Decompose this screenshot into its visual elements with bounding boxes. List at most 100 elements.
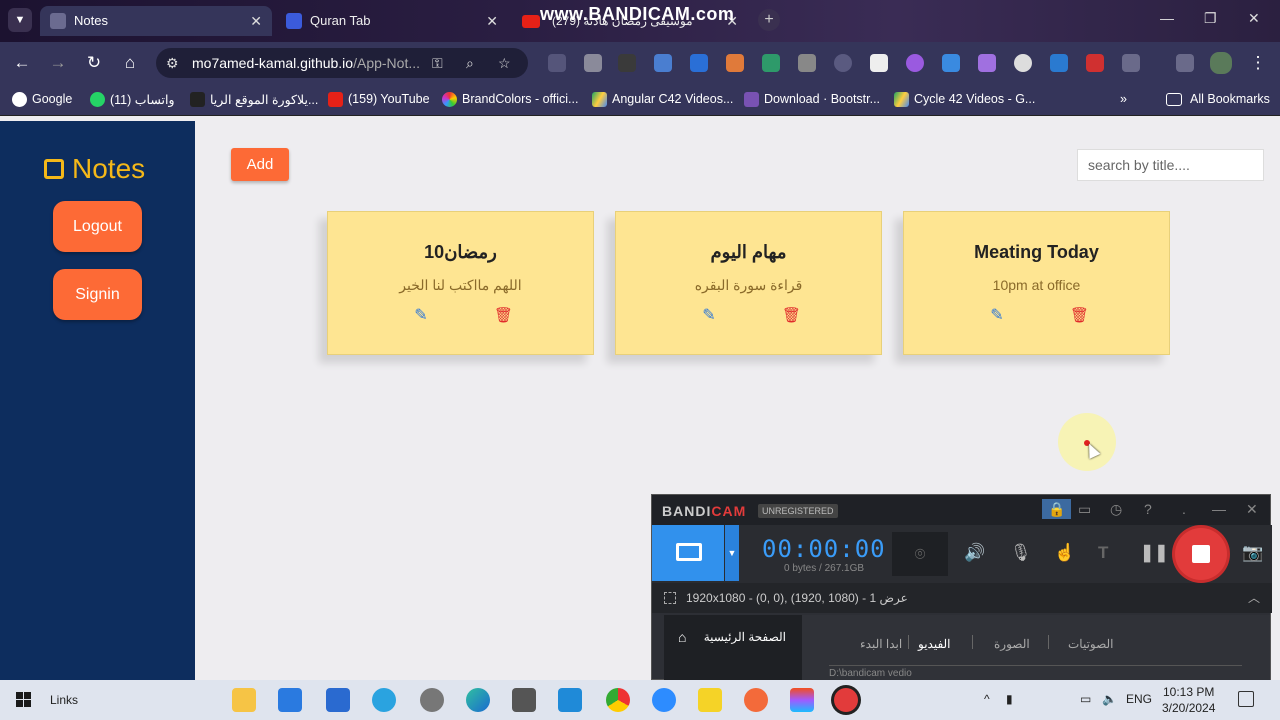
logout-button[interactable]: Logout: [53, 201, 142, 252]
ext-icon[interactable]: [618, 54, 636, 72]
microphone-icon[interactable]: 🎙: [1010, 543, 1032, 563]
ext-icon[interactable]: [978, 54, 996, 72]
eyedropper-ext-icon[interactable]: [548, 54, 566, 72]
all-bookmarks[interactable]: All Bookmarks: [1166, 92, 1270, 106]
react-ext-icon[interactable]: [834, 54, 852, 72]
menu-icon[interactable]: ⋮: [1248, 53, 1268, 73]
ext-icon[interactable]: [654, 54, 672, 72]
cursor-effect-icon[interactable]: ☝: [1054, 543, 1075, 563]
tab-get-started[interactable]: ابدا البدء: [860, 637, 902, 651]
pdf-ext-icon[interactable]: [1086, 54, 1104, 72]
clock[interactable]: 10:13 PM 3/20/2024: [1162, 684, 1215, 716]
signin-button[interactable]: Signin: [53, 269, 142, 320]
mail-icon[interactable]: [326, 688, 350, 712]
tab-audio[interactable]: الصوتيات: [1068, 637, 1114, 651]
css-ext-icon[interactable]: [690, 54, 708, 72]
sticky-notes-icon[interactable]: [698, 688, 722, 712]
media-icon[interactable]: [1176, 54, 1194, 72]
forward-icon[interactable]: →: [48, 53, 68, 73]
download-ext-icon[interactable]: [942, 54, 960, 72]
bookmark-angular[interactable]: Angular C42 Videos...: [592, 92, 733, 107]
trash-icon[interactable]: 🗑: [494, 308, 513, 324]
trash-icon[interactable]: 🗑: [1070, 308, 1089, 324]
pen-app-icon[interactable]: [744, 688, 768, 712]
close-icon[interactable]: ✕: [250, 6, 262, 36]
edit-icon[interactable]: ✎: [413, 308, 429, 324]
reload-icon[interactable]: ↻: [84, 53, 104, 73]
more-icon[interactable]: .: [1182, 501, 1186, 517]
bookmark-youtube[interactable]: (159) YouTube: [328, 92, 430, 107]
tab-quran[interactable]: Quran Tab ✕: [276, 6, 508, 36]
search-input[interactable]: [1077, 149, 1264, 181]
new-tab-button[interactable]: +: [758, 9, 780, 31]
site-settings-icon[interactable]: ⚙: [166, 48, 179, 78]
bookmark-star-icon[interactable]: ☆: [498, 48, 511, 78]
url-bar[interactable]: ⚙ mo7amed-kamal.github.io/App-Not... ⚿ ⌕…: [156, 48, 528, 78]
tab-image[interactable]: الصورة: [994, 637, 1030, 651]
volume-icon[interactable]: 🔈: [1102, 692, 1117, 706]
timer-icon[interactable]: ◷: [1110, 501, 1122, 518]
language-indicator[interactable]: ENG: [1126, 692, 1152, 706]
links-toolbar[interactable]: Links: [50, 693, 78, 707]
bookmark-yallakora[interactable]: يلاكورة الموقع الريا...: [190, 92, 318, 107]
close-icon[interactable]: ✕: [486, 6, 498, 36]
file-explorer-icon[interactable]: [232, 688, 256, 712]
restore-icon[interactable]: ❐: [1204, 10, 1217, 27]
home-tab[interactable]: ⌂ الصفحة الرئيسية: [664, 615, 802, 681]
calculator-icon[interactable]: [512, 688, 536, 712]
tab-search-button[interactable]: ▼: [8, 8, 32, 32]
extensions-icon[interactable]: [1122, 54, 1140, 72]
ext-icon[interactable]: [870, 54, 888, 72]
figma-icon[interactable]: [790, 688, 814, 712]
bookmark-whatsapp[interactable]: (11) واتساب: [90, 92, 175, 107]
notifications-icon[interactable]: [1238, 691, 1254, 707]
ext-icon[interactable]: [762, 54, 780, 72]
speaker-icon[interactable]: 🔊: [964, 543, 985, 563]
back-icon[interactable]: ←: [12, 53, 32, 73]
minimize-icon[interactable]: —: [1212, 501, 1226, 517]
stop-record-button[interactable]: [1175, 528, 1227, 580]
folder-icon[interactable]: ▭: [1078, 501, 1091, 518]
ext-icon[interactable]: [1050, 54, 1068, 72]
zoom-icon[interactable]: [652, 688, 676, 712]
help-icon[interactable]: ?: [1144, 501, 1152, 517]
network-icon[interactable]: ▭: [1080, 692, 1091, 706]
bookmark-bootstrap[interactable]: Download · Bootstr...: [744, 92, 880, 107]
minimize-icon[interactable]: —: [1160, 10, 1174, 26]
profile-avatar[interactable]: [1210, 52, 1232, 74]
zoom-icon[interactable]: ⌕: [466, 48, 474, 78]
camera-ext-icon[interactable]: [584, 54, 602, 72]
ext-icon[interactable]: [726, 54, 744, 72]
close-icon[interactable]: ✕: [1246, 501, 1258, 518]
vscode-icon[interactable]: [558, 688, 582, 712]
bandicam-taskbar-icon[interactable]: [834, 688, 858, 712]
key-icon[interactable]: ⚿: [432, 48, 443, 78]
gear-ext-icon[interactable]: [798, 54, 816, 72]
tray-chevron-icon[interactable]: ^: [984, 692, 990, 706]
telegram-icon[interactable]: [372, 688, 396, 712]
windows-start-icon[interactable]: [16, 692, 32, 708]
mode-dropdown-icon[interactable]: ▼: [725, 525, 739, 581]
chevron-up-icon[interactable]: ︿: [1248, 583, 1260, 613]
text-overlay-icon[interactable]: T: [1098, 543, 1108, 563]
battery-icon[interactable]: ▮: [1006, 692, 1013, 706]
ext-icon[interactable]: [1014, 54, 1032, 72]
bookmark-google[interactable]: Google: [12, 92, 72, 107]
ext-icon[interactable]: [906, 54, 924, 72]
edit-icon[interactable]: ✎: [989, 308, 1005, 324]
store-icon[interactable]: [278, 688, 302, 712]
home-icon[interactable]: ⌂: [120, 53, 140, 73]
more-bookmarks-icon[interactable]: »: [1110, 92, 1127, 106]
add-note-button[interactable]: Add: [231, 148, 289, 181]
chrome-icon[interactable]: [606, 688, 630, 712]
lock-icon[interactable]: 🔒: [1042, 499, 1072, 519]
webcam-icon[interactable]: ⌾: [892, 532, 948, 576]
app-icon[interactable]: [420, 688, 444, 712]
tab-video[interactable]: الفيديو: [918, 637, 951, 651]
pause-icon[interactable]: ❚❚: [1140, 543, 1169, 563]
trash-icon[interactable]: 🗑: [782, 308, 801, 324]
edit-icon[interactable]: ✎: [701, 308, 717, 324]
bookmark-cycle42[interactable]: Cycle 42 Videos - G...: [894, 92, 1035, 107]
screen-mode-button[interactable]: [652, 525, 724, 581]
tab-notes[interactable]: Notes ✕: [40, 6, 272, 36]
